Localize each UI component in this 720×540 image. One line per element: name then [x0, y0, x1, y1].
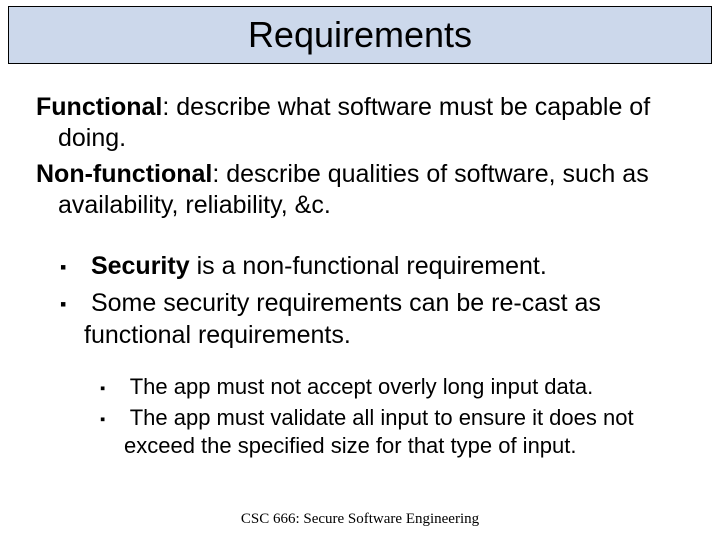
subbullet-long-input: The app must not accept overly long inpu…	[36, 373, 686, 401]
subbullet-long-input-text: The app must not accept overly long inpu…	[130, 374, 594, 399]
bullet-security-rest: is a non-functional requirement.	[190, 252, 547, 280]
slide: Requirements Functional: describe what s…	[0, 0, 720, 540]
bullet-recast: Some security requirements can be re-cas…	[36, 288, 686, 351]
slide-title: Requirements	[248, 14, 472, 56]
slide-footer: CSC 666: Secure Software Engineering	[0, 511, 720, 528]
subbullet-validate: The app must validate all input to ensur…	[36, 404, 686, 459]
def-functional: Functional: describe what software must …	[36, 92, 686, 155]
spacer-small	[36, 357, 686, 373]
bullet-security: Security is a non-functional requirement…	[36, 251, 686, 282]
bullet-security-bold: Security	[91, 252, 190, 280]
subbullet-validate-text: The app must validate all input to ensur…	[124, 405, 634, 458]
def-nonfunctional-label: Non-functional	[36, 160, 212, 188]
bullet-recast-text: Some security requirements can be re-cas…	[84, 289, 601, 348]
title-box: Requirements	[8, 6, 712, 64]
def-functional-label: Functional	[36, 93, 162, 121]
slide-body: Functional: describe what software must …	[36, 92, 686, 463]
spacer	[36, 225, 686, 251]
def-nonfunctional: Non-functional: describe qualities of so…	[36, 159, 686, 222]
